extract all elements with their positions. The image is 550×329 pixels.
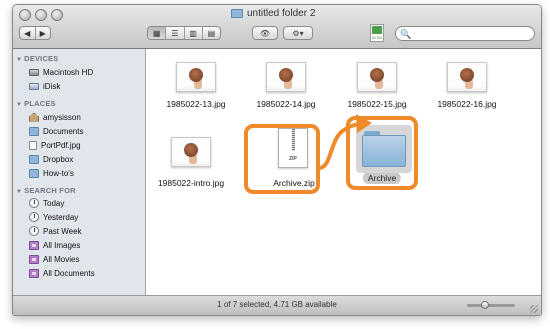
spreadsheet-toolbar-icon[interactable]: XLSX — [370, 24, 384, 42]
sidebar: ▼ DEVICES Macintosh HD iDisk ▼ PLACES amys… — [13, 49, 146, 295]
file-label[interactable]: 1985022-16.jpg — [437, 99, 496, 109]
file-label[interactable]: 1985022-14.jpg — [256, 99, 315, 109]
sidebar-header-places[interactable]: ▼ PLACES — [16, 99, 56, 108]
sidebar-item-macintosh-hd[interactable]: Macintosh HD — [29, 66, 93, 78]
titlebar: untitled folder 2 ◀ ▶ ▦ ☰ ▥ ▤ 👁 ⚙▾ XLSX … — [13, 5, 541, 49]
image-thumbnail[interactable] — [357, 62, 397, 92]
column-view-button[interactable]: ▥ — [185, 27, 203, 39]
sidebar-item-how-tos[interactable]: How-to's — [29, 167, 74, 179]
smart-folder-icon — [29, 268, 39, 278]
sidebar-item-all-documents[interactable]: All Documents — [29, 267, 95, 279]
clock-icon — [29, 198, 39, 208]
search-field[interactable]: 🔍 — [395, 26, 535, 41]
sidebar-item-amysisson[interactable]: amysisson — [29, 111, 81, 123]
sidebar-item-idisk[interactable]: iDisk — [29, 80, 60, 92]
status-text: 1 of 7 selected, 4.71 GB available — [217, 300, 337, 309]
sidebar-header-devices[interactable]: ▼ DEVICES — [16, 54, 58, 63]
folder-icon — [29, 126, 39, 136]
view-switcher: ▦ ☰ ▥ ▤ — [147, 26, 221, 40]
sidebar-item-documents[interactable]: Documents — [29, 125, 83, 137]
gear-icon: ⚙▾ — [292, 28, 304, 38]
back-button[interactable]: ◀ — [20, 27, 36, 39]
folder-icon — [29, 168, 39, 178]
close-button[interactable] — [19, 9, 31, 21]
sidebar-item-all-images[interactable]: All Images — [29, 239, 80, 251]
eye-icon: 👁 — [259, 28, 271, 38]
sidebar-header-search-for[interactable]: ▼ SEARCH FOR — [16, 186, 76, 195]
sidebar-item-all-movies[interactable]: All Movies — [29, 253, 79, 265]
forward-button[interactable]: ▶ — [36, 27, 51, 39]
action-menu-button[interactable]: ⚙▾ — [283, 26, 313, 40]
smart-folder-icon — [29, 254, 39, 264]
annotation-arrow — [318, 114, 372, 170]
coverflow-view-button[interactable]: ▤ — [203, 27, 220, 39]
minimize-button[interactable] — [35, 9, 47, 21]
clock-icon — [29, 212, 39, 222]
slider-knob[interactable] — [481, 301, 489, 309]
sidebar-item-past-week[interactable]: Past Week — [29, 225, 82, 237]
sidebar-item-today[interactable]: Today — [29, 197, 64, 209]
annotation-highlight-zip — [244, 124, 320, 194]
hard-drive-icon — [29, 68, 39, 76]
file-label[interactable]: 1985022-intro.jpg — [158, 178, 224, 188]
window-title: untitled folder 2 — [231, 8, 315, 19]
folder-icon — [231, 9, 243, 18]
image-thumbnail[interactable] — [176, 62, 216, 92]
quicklook-button[interactable]: 👁 — [252, 26, 278, 40]
window-title-text: untitled folder 2 — [247, 8, 316, 19]
list-view-button[interactable]: ☰ — [166, 27, 185, 39]
icon-size-slider[interactable] — [467, 301, 515, 309]
file-label[interactable]: 1985022-13.jpg — [166, 99, 225, 109]
search-input[interactable] — [410, 27, 530, 40]
document-icon — [29, 140, 37, 150]
smart-folder-icon — [29, 240, 39, 250]
zoom-button[interactable] — [51, 9, 63, 21]
image-thumbnail[interactable] — [266, 62, 306, 92]
icon-view-button[interactable]: ▦ — [148, 27, 167, 39]
idisk-icon — [29, 82, 39, 90]
resize-grip[interactable] — [530, 305, 538, 313]
folder-icon — [29, 154, 39, 164]
sidebar-item-dropbox[interactable]: Dropbox — [29, 153, 73, 165]
sidebar-item-yesterday[interactable]: Yesterday — [29, 211, 78, 223]
clock-icon — [29, 226, 39, 236]
home-icon — [29, 112, 39, 122]
image-thumbnail[interactable] — [171, 137, 211, 167]
sidebar-item-portpdf[interactable]: PortPdf.jpg — [29, 139, 81, 151]
status-bar: 1 of 7 selected, 4.71 GB available — [13, 295, 541, 315]
image-thumbnail[interactable] — [447, 62, 487, 92]
history-nav: ◀ ▶ — [19, 26, 51, 40]
